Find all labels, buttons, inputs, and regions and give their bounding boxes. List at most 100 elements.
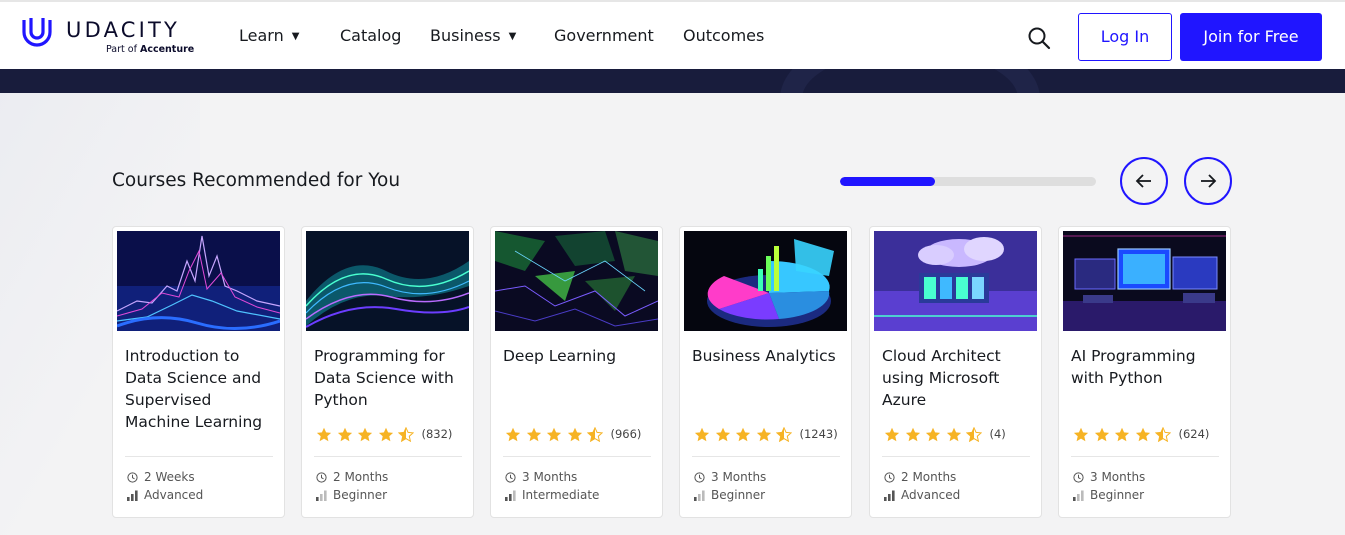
- card-divider: [882, 456, 1030, 457]
- clock-icon: [127, 471, 138, 483]
- course-rating: (4): [884, 426, 1006, 442]
- card-divider: [1071, 456, 1219, 457]
- clock-icon: [505, 471, 516, 483]
- join-free-button[interactable]: Join for Free: [1180, 13, 1322, 61]
- course-level: Beginner: [316, 488, 387, 502]
- review-count: (966): [610, 427, 642, 441]
- star-icon: [925, 427, 941, 442]
- clock-icon: [694, 471, 705, 483]
- course-rating: (1243): [694, 426, 838, 442]
- course-title: Introduction to Data Science and Supervi…: [125, 347, 263, 431]
- half-star-icon: [398, 427, 414, 442]
- nav-business[interactable]: Business ▼: [430, 26, 516, 45]
- carousel-next-button[interactable]: [1184, 157, 1232, 205]
- level-bars-icon: [316, 490, 327, 501]
- dropdown-caret-icon: ▼: [291, 31, 300, 42]
- course-card[interactable]: Cloud Architect using Microsoft Azure (4…: [869, 226, 1042, 518]
- star-icon: [526, 427, 542, 442]
- course-card[interactable]: Deep Learning (966) 3 Months Intermediat…: [490, 226, 663, 518]
- section-title: Courses Recommended for You: [112, 170, 401, 191]
- review-count: (832): [421, 427, 453, 441]
- course-duration: 3 Months: [694, 470, 766, 484]
- star-icon: [505, 427, 521, 442]
- course-rating: (624): [1073, 426, 1209, 442]
- level-bars-icon: [694, 490, 705, 501]
- course-card[interactable]: Programming for Data Science with Python…: [301, 226, 474, 518]
- search-icon[interactable]: [1027, 26, 1051, 50]
- star-icon: [905, 427, 921, 442]
- half-star-icon: [776, 427, 792, 442]
- course-card[interactable]: Business Analytics (1243) 3 Months Begin…: [679, 226, 852, 518]
- clock-icon: [316, 471, 327, 483]
- clock-icon: [884, 471, 895, 483]
- level-bars-icon: [884, 490, 895, 501]
- star-icon: [1073, 427, 1089, 442]
- course-rating: (966): [505, 426, 641, 442]
- level-bars-icon: [505, 490, 516, 501]
- course-level: Beginner: [694, 488, 765, 502]
- course-level: Advanced: [127, 488, 203, 502]
- review-count: (1243): [799, 427, 838, 441]
- star-icon: [567, 427, 583, 442]
- star-icon: [1135, 427, 1151, 442]
- course-title: AI Programming with Python: [1071, 347, 1196, 387]
- course-title: Programming for Data Science with Python: [314, 347, 454, 409]
- star-icon: [756, 427, 772, 442]
- star-icon: [884, 427, 900, 442]
- card-divider: [692, 456, 840, 457]
- half-star-icon: [966, 427, 982, 442]
- star-icon: [546, 427, 562, 442]
- course-title: Cloud Architect using Microsoft Azure: [882, 347, 1001, 409]
- nav-outcomes[interactable]: Outcomes: [683, 26, 764, 45]
- star-icon: [735, 427, 751, 442]
- cloud-servers-image: [874, 231, 1037, 331]
- hero-decoration: [780, 69, 1040, 93]
- review-count: (4): [989, 427, 1006, 441]
- star-icon: [316, 427, 332, 442]
- half-star-icon: [587, 427, 603, 442]
- level-bars-icon: [127, 490, 138, 501]
- course-title: Business Analytics: [692, 347, 836, 365]
- nav-catalog[interactable]: Catalog: [340, 26, 401, 45]
- course-level: Beginner: [1073, 488, 1144, 502]
- clock-icon: [1073, 471, 1084, 483]
- star-icon: [946, 427, 962, 442]
- course-card[interactable]: AI Programming with Python (624) 3 Month…: [1058, 226, 1231, 518]
- brand-subtitle: Part of Accenture: [106, 44, 195, 55]
- star-icon: [337, 427, 353, 442]
- star-icon: [1094, 427, 1110, 442]
- arrow-left-icon: [1135, 174, 1151, 188]
- udacity-logo-icon: [22, 18, 52, 47]
- star-icon: [694, 427, 710, 442]
- data-wave-image: [306, 231, 469, 331]
- card-divider: [314, 456, 462, 457]
- course-duration: 2 Months: [884, 470, 956, 484]
- neural-mesh-image: [495, 231, 658, 331]
- course-rating: (832): [316, 426, 452, 442]
- course-title: Deep Learning: [503, 347, 617, 365]
- nav-learn[interactable]: Learn ▼: [239, 26, 299, 45]
- course-level: Intermediate: [505, 488, 599, 502]
- pie-chart-image: [684, 231, 847, 331]
- course-card[interactable]: Introduction to Data Science and Supervi…: [112, 226, 285, 518]
- top-navbar: UDACITY Part of Accenture Learn ▼ Catalog…: [0, 0, 1345, 69]
- carousel-progress-bar: [840, 177, 1096, 186]
- hero-banner-strip: [0, 69, 1345, 93]
- carousel-progress-fill: [840, 177, 935, 186]
- dropdown-caret-icon: ▼: [508, 31, 517, 42]
- carousel-prev-button[interactable]: [1120, 157, 1168, 205]
- level-bars-icon: [1073, 490, 1084, 501]
- monitors-image: [1063, 231, 1226, 331]
- udacity-logo[interactable]: UDACITY Part of Accenture: [20, 14, 195, 58]
- course-duration: 3 Months: [1073, 470, 1145, 484]
- review-count: (624): [1178, 427, 1210, 441]
- course-duration: 3 Months: [505, 470, 577, 484]
- nav-government[interactable]: Government: [554, 26, 654, 45]
- brand-name: UDACITY: [66, 18, 181, 42]
- course-duration: 2 Months: [316, 470, 388, 484]
- star-icon: [357, 427, 373, 442]
- arrow-right-icon: [1201, 174, 1217, 188]
- half-star-icon: [1155, 427, 1171, 442]
- star-icon: [715, 427, 731, 442]
- login-button[interactable]: Log In: [1078, 13, 1172, 61]
